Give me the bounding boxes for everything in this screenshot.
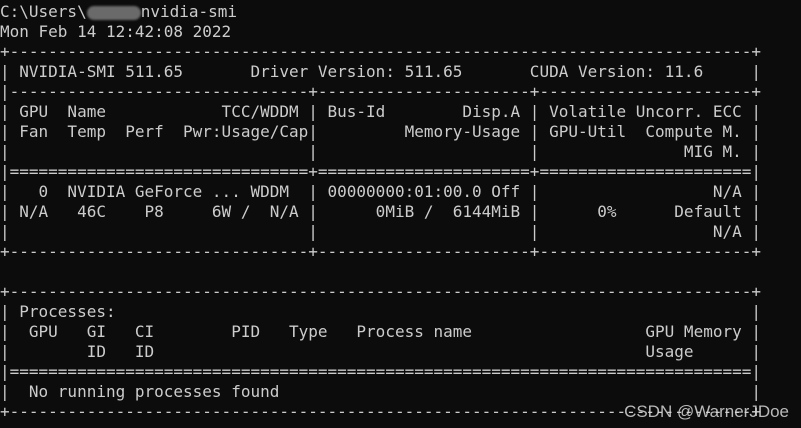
prompt-path: C:\Users\	[0, 2, 87, 21]
output-line: | | | N/A |	[0, 222, 761, 241]
output-line: | GPU GI CI PID Type Process name GPU Me…	[0, 322, 761, 341]
command-prompt-line: C:\Users\ nvidia-smi	[0, 2, 237, 22]
output-line: | ID ID Usage |	[0, 342, 761, 361]
output-line: +---------------------------------------…	[0, 42, 761, 61]
output-line: | 0 NVIDIA GeForce ... WDDM | 00000000:0…	[0, 182, 761, 201]
output-line: |=======================================…	[0, 362, 761, 381]
output-line: | GPU Name TCC/WDDM | Bus-Id Disp.A | Vo…	[0, 102, 761, 121]
output-line: +---------------------------------------…	[0, 282, 761, 301]
timestamp-line: Mon Feb 14 12:42:08 2022	[0, 22, 232, 41]
output-line: | No running processes found |	[0, 382, 761, 401]
output-line: | | | MIG M. |	[0, 142, 761, 161]
watermark-text: CSDN @WarnerJDoe	[624, 402, 789, 421]
redacted-username	[86, 5, 141, 20]
output-line: | N/A 46C P8 6W / N/A | 0MiB / 6144MiB |…	[0, 202, 761, 221]
output-line: |===============================+=======…	[0, 162, 761, 181]
command-text: nvidia-smi	[140, 2, 238, 21]
output-line: +-------------------------------+-------…	[0, 242, 761, 261]
terminal-window[interactable]: C:\Users\ nvidia-smi Mon Feb 14 12:42:08 …	[0, 0, 801, 428]
output-line: |-------------------------------+-------…	[0, 82, 761, 101]
output-line: | NVIDIA-SMI 511.65 Driver Version: 511.…	[0, 62, 761, 81]
output-line: | Fan Temp Perf Pwr:Usage/Cap| Memory-Us…	[0, 122, 761, 141]
output-line: | Processes: |	[0, 302, 761, 321]
